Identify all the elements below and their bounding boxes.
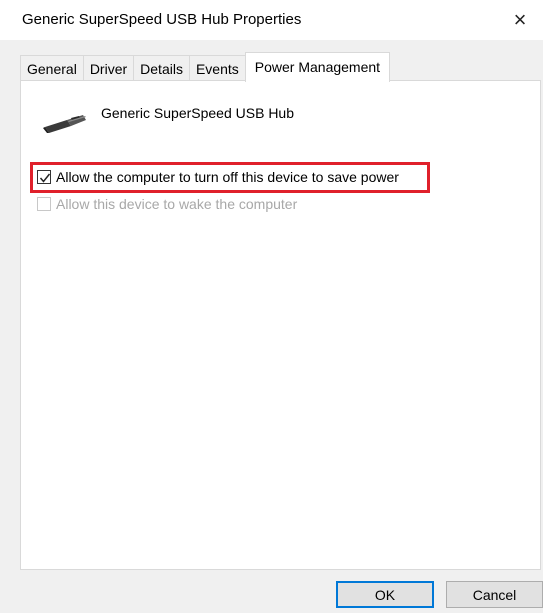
allow-turn-off-checkbox[interactable]	[37, 170, 51, 184]
tab-events[interactable]: Events	[188, 55, 246, 81]
close-icon: ×	[513, 7, 527, 32]
ok-button[interactable]: OK	[336, 581, 434, 608]
allow-turn-off-option[interactable]: Allow the computer to turn off this devi…	[37, 169, 399, 185]
properties-dialog: Generic SuperSpeed USB Hub Properties × …	[0, 0, 543, 613]
window-title: Generic SuperSpeed USB Hub Properties	[22, 11, 302, 28]
allow-turn-off-label: Allow the computer to turn off this devi…	[56, 169, 399, 185]
close-button[interactable]: ×	[497, 0, 543, 40]
tab-details[interactable]: Details	[133, 55, 190, 81]
title-bar: Generic SuperSpeed USB Hub Properties ×	[0, 0, 543, 40]
allow-wake-label: Allow this device to wake the computer	[56, 196, 298, 212]
tab-power-management[interactable]: Power Management	[244, 52, 391, 82]
tab-strip: General Driver Details Events Power Mana…	[20, 52, 391, 82]
tab-general[interactable]: General	[20, 55, 84, 81]
cancel-button[interactable]: Cancel	[446, 581, 543, 608]
usb-plug-icon	[43, 115, 86, 133]
power-management-panel: Generic SuperSpeed USB Hub Allow the com…	[20, 80, 541, 570]
allow-wake-checkbox	[37, 197, 51, 211]
tab-driver[interactable]: Driver	[82, 55, 135, 81]
device-name: Generic SuperSpeed USB Hub	[101, 105, 294, 121]
checkmark-icon	[39, 173, 51, 183]
allow-wake-option: Allow this device to wake the computer	[37, 196, 297, 212]
